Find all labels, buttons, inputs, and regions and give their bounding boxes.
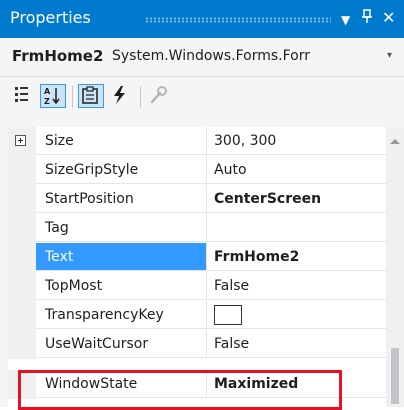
row-gutter [8,301,36,330]
row-gutter [8,156,36,185]
property-value[interactable]: Auto [207,156,386,184]
row-gutter [8,330,36,359]
property-name: StartPosition [36,185,207,213]
property-name: Text [36,243,207,271]
row-gutter [8,370,36,399]
property-name: SizeGripStyle [36,156,207,184]
pin-icon[interactable] [360,8,374,29]
property-value[interactable]: FrmHome2 [207,243,386,271]
property-name: Size [36,127,207,155]
properties-toolbar: A Z [0,77,404,117]
properties-button[interactable] [78,84,104,108]
property-name: Tag [36,214,207,242]
window-position-dropdown-icon[interactable]: ▼ [341,10,350,30]
property-row-sizegripstyle[interactable]: SizeGripStyle Auto [8,156,386,185]
object-name: FrmHome2 [12,47,104,65]
property-row-size[interactable]: Size 300, 300 [8,127,386,156]
property-pages-wrench-icon [150,86,167,104]
alphabetical-button[interactable]: A Z [40,84,66,108]
chevron-down-icon[interactable]: ▾ [387,50,392,61]
object-type: System.Windows.Forms.Forr [112,48,310,64]
property-value[interactable]: 300, 300 [207,127,386,155]
property-name: WindowState [36,370,207,398]
property-row-transparencykey[interactable]: TransparencyKey [8,301,386,330]
toolbar-separator [140,86,141,108]
property-name: UseWaitCursor [36,330,207,358]
row-gutter [8,243,36,272]
pin-icon-svg [362,9,372,23]
property-value[interactable]: Maximized [207,370,386,398]
property-row-text[interactable]: Text FrmHome2 [8,243,386,272]
property-value[interactable]: False [207,272,386,300]
property-row-startposition[interactable]: StartPosition CenterScreen [8,185,386,214]
property-name: TopMost [36,272,207,300]
events-lightning-icon [114,86,125,104]
window-title: Properties [10,8,91,27]
vertical-scrollbar[interactable] [386,127,404,407]
scroll-thumb[interactable] [391,348,399,404]
row-gutter [8,272,36,301]
row-gutter [8,214,36,243]
row-gutter [8,127,36,156]
property-grid: Size 300, 300 SizeGripStyle Auto StartPo… [8,127,386,407]
color-swatch[interactable] [214,305,242,325]
close-icon[interactable]: ✕ [382,8,395,28]
title-grip[interactable] [145,17,331,23]
property-row-topmost[interactable]: TopMost False [8,272,386,301]
properties-icon [82,86,98,104]
svg-text:A: A [44,87,51,96]
property-value[interactable]: False [207,330,386,358]
object-selector[interactable]: FrmHome2 System.Windows.Forms.Forr ▾ [0,38,404,77]
svg-text:Z: Z [44,97,50,106]
categorized-button[interactable] [12,84,38,108]
expand-plus-icon[interactable] [15,135,26,146]
property-value[interactable]: CenterScreen [207,185,386,213]
scroll-up-arrow-icon[interactable] [390,139,400,144]
events-button[interactable] [108,84,134,108]
property-pages-button[interactable] [146,84,172,108]
property-row-usewaitcursor[interactable]: UseWaitCursor False [8,330,386,359]
title-bar[interactable]: Properties ▼ ✕ [0,0,404,38]
categorized-icon [15,87,28,102]
property-name: TransparencyKey [36,301,207,329]
alphabetical-icon: A Z [44,87,60,106]
property-row-tag[interactable]: Tag [8,214,386,243]
property-row-windowstate[interactable]: WindowState Maximized [8,370,386,399]
property-value[interactable] [207,214,386,242]
row-gutter [8,185,36,214]
toolbar-separator [72,86,73,108]
properties-window: Properties ▼ ✕ FrmHome2 System.Windows.F… [0,0,404,410]
